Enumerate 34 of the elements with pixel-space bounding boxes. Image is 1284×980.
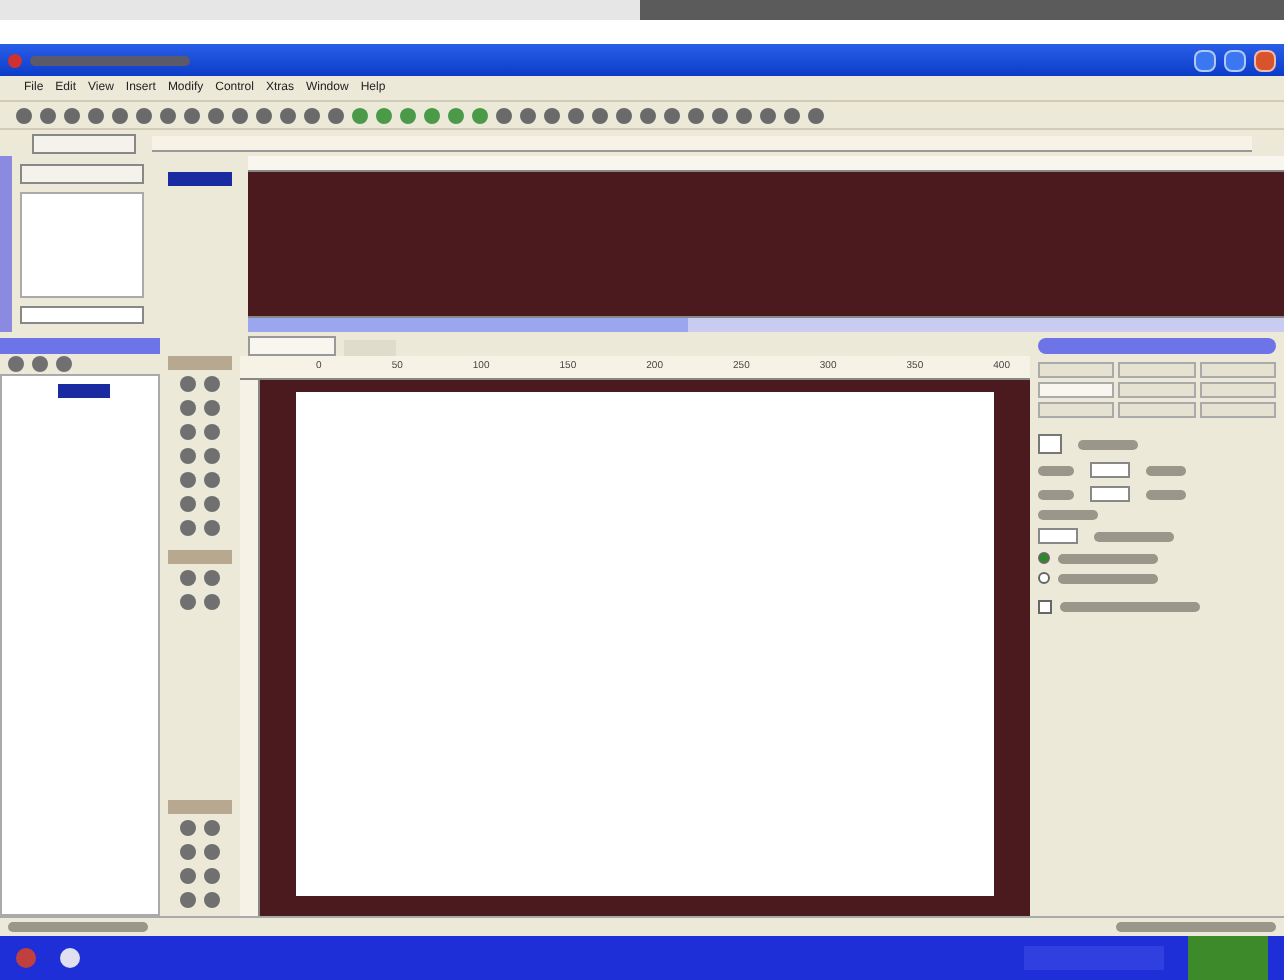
blurred-label: [1094, 531, 1174, 541]
minimize-button[interactable]: [1194, 49, 1216, 71]
blurred-label: [1060, 602, 1200, 612]
blurred-label: [1146, 489, 1186, 499]
close-button[interactable]: [1254, 49, 1276, 71]
taskbar-icon[interactable]: [60, 948, 80, 968]
blurred-label: [1058, 573, 1158, 583]
scrollbar[interactable]: [248, 316, 1284, 332]
channel-dropdown[interactable]: [20, 164, 144, 184]
checkbox[interactable]: [1038, 600, 1052, 614]
input-field[interactable]: [1090, 462, 1130, 478]
tool-header: [168, 356, 232, 370]
dropdown[interactable]: [32, 133, 136, 153]
blurred-label: [8, 922, 148, 932]
stage-tab[interactable]: [248, 336, 336, 356]
radio-button[interactable]: [1038, 552, 1050, 564]
input-field[interactable]: [1038, 528, 1078, 544]
inspector-tab[interactable]: [1038, 382, 1115, 398]
blurred-label: [1038, 510, 1098, 520]
blurred-label: [1058, 553, 1158, 563]
input-field[interactable]: [1090, 486, 1130, 502]
blurred-label: [1038, 465, 1074, 475]
tool-header: [168, 800, 232, 814]
radio-button[interactable]: [1038, 572, 1050, 584]
channel-list: [20, 192, 144, 298]
tool-header: [168, 550, 232, 564]
blurred-label: [1146, 465, 1186, 475]
color-swatch[interactable]: [1038, 434, 1062, 454]
app-icon: [8, 53, 22, 67]
blurred-label: [1038, 489, 1074, 499]
maximize-button[interactable]: [1224, 49, 1246, 71]
zoom-field[interactable]: [20, 306, 144, 324]
blurred-label: [1078, 439, 1138, 449]
system-tray: [1188, 936, 1268, 980]
